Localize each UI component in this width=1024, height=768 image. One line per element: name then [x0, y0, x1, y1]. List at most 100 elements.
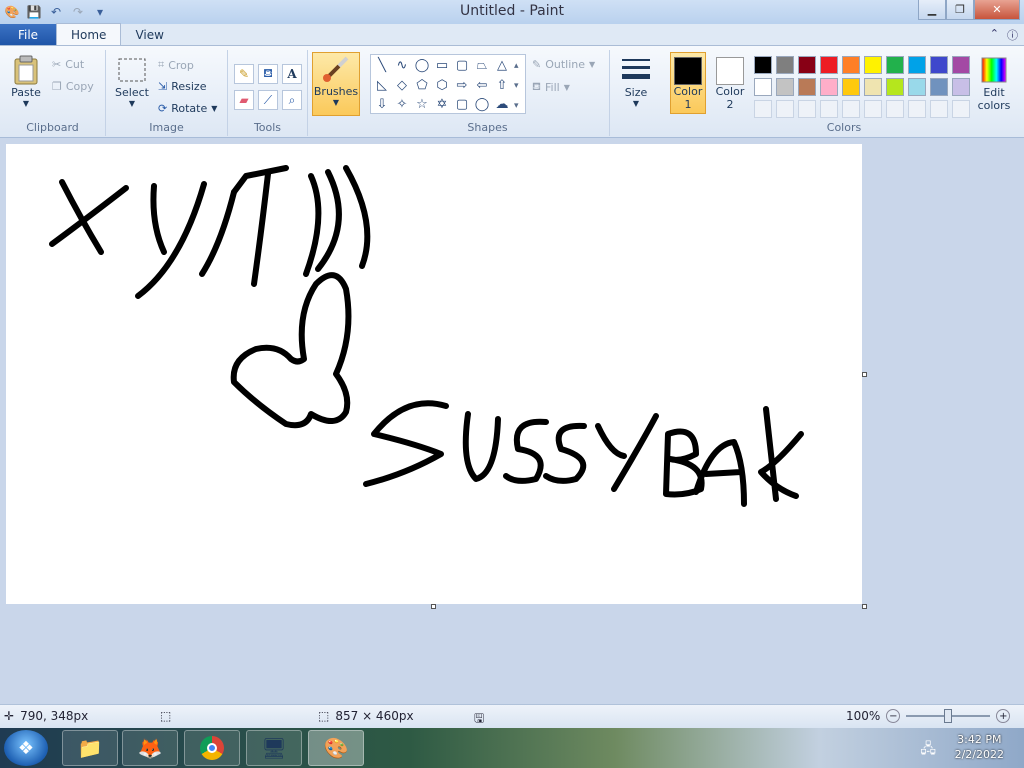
edit-colors-button[interactable]: Edit colors [976, 54, 1012, 112]
palette-swatch[interactable] [776, 78, 794, 96]
taskbar-explorer[interactable]: 📁 [62, 730, 118, 766]
size-button[interactable]: Size ▼ [616, 54, 656, 108]
color-1-button[interactable]: Color 1 [670, 52, 706, 114]
brushes-button[interactable]: Brushes ▼ [312, 52, 360, 116]
drawing-canvas[interactable] [6, 144, 862, 604]
taskbar-remote-desktop[interactable]: 🖥 [246, 730, 302, 766]
rectangle-shape-icon[interactable]: ▭ [433, 56, 451, 74]
zoom-slider-thumb[interactable] [944, 709, 953, 723]
pentagon-shape-icon[interactable]: ⬠ [413, 76, 431, 94]
customize-qat-icon[interactable]: ▾ [92, 4, 108, 20]
palette-swatch-empty[interactable] [908, 100, 926, 118]
palette-swatch[interactable] [798, 56, 816, 74]
resize-handle-right[interactable] [862, 372, 867, 377]
five-point-star-shape-icon[interactable]: ☆ [413, 95, 431, 113]
hexagon-shape-icon[interactable]: ⬡ [433, 76, 451, 94]
palette-swatch[interactable] [930, 56, 948, 74]
rounded-rectangle-shape-icon[interactable]: ▢ [453, 56, 471, 74]
zoom-slider[interactable] [906, 709, 991, 723]
right-triangle-shape-icon[interactable]: ◺ [373, 76, 391, 94]
help-icon[interactable]: ⓘ [1007, 27, 1018, 43]
select-button[interactable]: Select ▼ [112, 54, 152, 108]
palette-swatch[interactable] [754, 78, 772, 96]
crop-button[interactable]: ⌗ Crop [158, 58, 194, 72]
six-point-star-shape-icon[interactable]: ✡ [433, 95, 451, 113]
palette-swatch[interactable] [952, 78, 970, 96]
palette-swatch[interactable] [886, 56, 904, 74]
minimize-ribbon-icon[interactable]: ⌃ [990, 27, 999, 43]
palette-swatch[interactable] [952, 56, 970, 74]
down-arrow-shape-icon[interactable]: ⇩ [373, 95, 391, 113]
right-arrow-shape-icon[interactable]: ⇨ [453, 76, 471, 94]
taskbar-firefox[interactable]: 🦊 [122, 730, 178, 766]
resize-button[interactable]: ⇲ Resize [158, 80, 206, 93]
restore-button[interactable]: ❐ [946, 0, 974, 20]
palette-swatch[interactable] [864, 56, 882, 74]
palette-swatch[interactable] [820, 78, 838, 96]
left-arrow-shape-icon[interactable]: ⇦ [473, 76, 491, 94]
outline-button[interactable]: ✎ Outline ▼ [532, 58, 595, 71]
resize-handle-corner[interactable] [862, 604, 867, 609]
save-icon[interactable]: 💾 [26, 4, 42, 20]
palette-swatch[interactable] [754, 56, 772, 74]
palette-swatch-empty[interactable] [842, 100, 860, 118]
text-tool[interactable]: A [282, 64, 302, 84]
palette-swatch[interactable] [864, 78, 882, 96]
taskbar-paint[interactable]: 🎨 [308, 730, 364, 766]
magnifier-tool[interactable]: ⌕ [282, 90, 302, 110]
four-point-star-shape-icon[interactable]: ✧ [393, 95, 411, 113]
palette-swatch[interactable] [776, 56, 794, 74]
redo-icon[interactable]: ↷ [70, 4, 86, 20]
canvas-workspace[interactable] [0, 138, 1024, 704]
up-arrow-shape-icon[interactable]: ⇧ [493, 76, 511, 94]
palette-swatch-empty[interactable] [754, 100, 772, 118]
rotate-button[interactable]: ⟳ Rotate ▼ [158, 102, 217, 115]
palette-swatch-empty[interactable] [952, 100, 970, 118]
zoom-out-button[interactable]: − [886, 709, 901, 723]
palette-swatch[interactable] [820, 56, 838, 74]
fill-button[interactable]: ⛾ Fill ▼ [532, 80, 570, 95]
minimize-button[interactable]: ▁ [918, 0, 946, 20]
palette-swatch[interactable] [842, 78, 860, 96]
close-button[interactable]: ✕ [974, 0, 1020, 20]
undo-icon[interactable]: ↶ [48, 4, 64, 20]
taskbar-chrome[interactable] [184, 730, 240, 766]
copy-button[interactable]: ❐ Copy [52, 80, 94, 93]
cloud-callout-shape-icon[interactable]: ☁ [493, 95, 511, 113]
paint-app-icon[interactable]: 🎨 [4, 4, 20, 20]
diamond-shape-icon[interactable]: ◇ [393, 76, 411, 94]
palette-swatch-empty[interactable] [776, 100, 794, 118]
curve-shape-icon[interactable]: ∿ [393, 56, 411, 74]
oval-callout-shape-icon[interactable]: ◯ [473, 95, 491, 113]
network-icon[interactable]: 🖧 [920, 738, 936, 762]
pencil-tool[interactable]: ✎ [234, 64, 254, 84]
tab-file[interactable]: File [0, 24, 56, 45]
palette-swatch[interactable] [886, 78, 904, 96]
palette-swatch[interactable] [798, 78, 816, 96]
rounded-callout-shape-icon[interactable]: ▢ [453, 95, 471, 113]
taskbar-clock[interactable]: 3:42 PM 2/2/2022 [955, 732, 1004, 762]
color-picker-tool[interactable]: ⟋ [258, 90, 278, 110]
line-shape-icon[interactable]: ╲ [373, 56, 391, 74]
zoom-in-button[interactable]: + [996, 709, 1011, 723]
palette-swatch[interactable] [842, 56, 860, 74]
resize-handle-bottom[interactable] [431, 604, 436, 609]
fill-tool[interactable]: ⛾ [258, 64, 278, 84]
tab-home[interactable]: Home [56, 23, 122, 45]
palette-swatch[interactable] [930, 78, 948, 96]
color-2-button[interactable]: Color 2 [712, 52, 748, 114]
palette-swatch[interactable] [908, 56, 926, 74]
polygon-shape-icon[interactable]: ⏢ [473, 56, 491, 74]
cut-button[interactable]: ✂ Cut [52, 58, 84, 71]
start-button[interactable]: ❖ [4, 730, 48, 766]
oval-shape-icon[interactable]: ◯ [413, 56, 431, 74]
palette-swatch-empty[interactable] [886, 100, 904, 118]
palette-swatch-empty[interactable] [864, 100, 882, 118]
shapes-scroll[interactable]: ▴ ▾ ▾ [514, 56, 519, 116]
palette-swatch-empty[interactable] [930, 100, 948, 118]
paste-button[interactable]: Paste ▼ [8, 54, 44, 108]
palette-swatch[interactable] [908, 78, 926, 96]
triangle-shape-icon[interactable]: △ [493, 56, 511, 74]
eraser-tool[interactable]: ▰ [234, 90, 254, 110]
palette-swatch-empty[interactable] [798, 100, 816, 118]
